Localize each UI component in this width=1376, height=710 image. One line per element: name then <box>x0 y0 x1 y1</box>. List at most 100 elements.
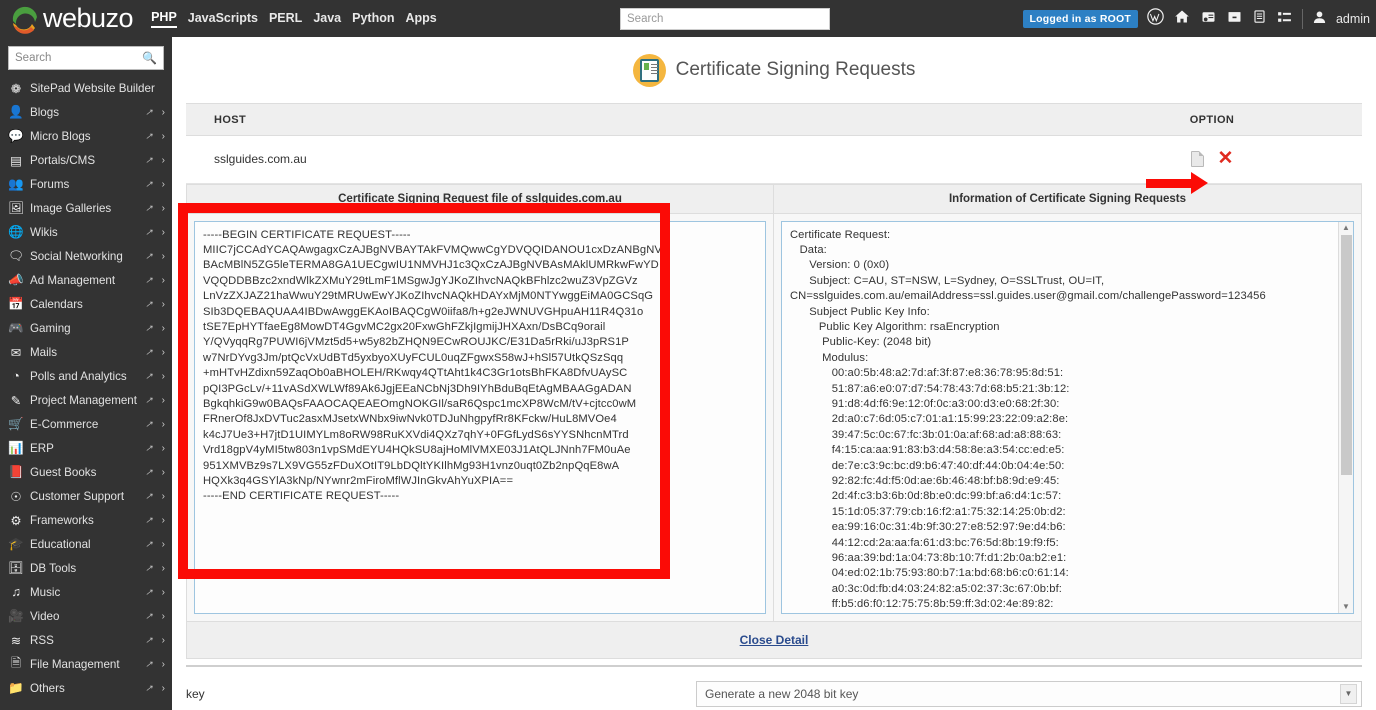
sidebar-item-customer-support[interactable]: ☉Customer Support↗› <box>0 484 172 508</box>
top-nav-apps[interactable]: Apps <box>405 11 436 27</box>
chevron-right-icon[interactable]: › <box>162 131 165 142</box>
delete-x-icon[interactable]: ✕ <box>1218 149 1234 168</box>
sidebar-item-social-networking[interactable]: 🗨Social Networking↗› <box>0 244 172 268</box>
external-link-icon[interactable]: ↗ <box>145 203 153 214</box>
info-textarea[interactable]: Certificate Request: Data: Version: 0 (0… <box>781 221 1354 614</box>
top-nav-php[interactable]: PHP <box>151 10 177 28</box>
view-csr-icon[interactable] <box>1191 151 1204 167</box>
chevron-right-icon[interactable]: › <box>162 347 165 358</box>
chevron-right-icon[interactable]: › <box>162 419 165 430</box>
chevron-right-icon[interactable]: › <box>162 323 165 334</box>
external-link-icon[interactable]: ↗ <box>145 323 153 334</box>
chevron-right-icon[interactable]: › <box>162 587 165 598</box>
chevron-right-icon[interactable]: › <box>162 371 165 382</box>
external-link-icon[interactable]: ↗ <box>145 491 153 502</box>
external-link-icon[interactable]: ↗ <box>145 419 153 430</box>
external-link-icon[interactable]: ↗ <box>145 107 153 118</box>
external-link-icon[interactable]: ↗ <box>145 611 153 622</box>
chevron-right-icon[interactable]: › <box>162 539 165 550</box>
sidebar-item-micro-blogs[interactable]: 💬Micro Blogs↗› <box>0 124 172 148</box>
sidebar-item-video[interactable]: 🎥Video↗› <box>0 604 172 628</box>
sidebar-item-gaming[interactable]: 🎮Gaming↗› <box>0 316 172 340</box>
sidebar-item-rss[interactable]: ≋RSS↗› <box>0 628 172 652</box>
sidebar-item-image-galleries[interactable]: 🖼Image Galleries↗› <box>0 196 172 220</box>
chevron-right-icon[interactable]: › <box>162 251 165 262</box>
top-nav-python[interactable]: Python <box>352 11 394 27</box>
chevron-right-icon[interactable]: › <box>162 515 165 526</box>
sidebar-item-polls-and-analytics[interactable]: ◔Polls and Analytics↗› <box>0 364 172 388</box>
external-link-icon[interactable]: ↗ <box>145 251 153 262</box>
sidebar-item-project-management[interactable]: ✎Project Management↗› <box>0 388 172 412</box>
chevron-right-icon[interactable]: › <box>162 275 165 286</box>
user-avatar-icon[interactable] <box>1312 9 1327 29</box>
external-link-icon[interactable]: ↗ <box>145 587 153 598</box>
sidebar-item-wikis[interactable]: 🌐Wikis↗› <box>0 220 172 244</box>
external-link-icon[interactable]: ↗ <box>145 443 153 454</box>
wordpress-icon[interactable] <box>1147 8 1164 29</box>
sidebar-item-file-management[interactable]: 🗎File Management↗› <box>0 652 172 676</box>
home-icon[interactable] <box>1173 8 1191 29</box>
document-icon[interactable] <box>1252 8 1267 29</box>
list-icon[interactable] <box>1276 9 1293 29</box>
external-link-icon[interactable]: ↗ <box>145 227 153 238</box>
top-nav-perl[interactable]: PERL <box>269 11 302 27</box>
scrollbar-thumb[interactable] <box>1341 235 1352 475</box>
external-link-icon[interactable]: ↗ <box>145 467 153 478</box>
external-link-icon[interactable]: ↗ <box>145 515 153 526</box>
external-link-icon[interactable]: ↗ <box>145 539 153 550</box>
external-link-icon[interactable]: ↗ <box>145 179 153 190</box>
external-link-icon[interactable]: ↗ <box>145 299 153 310</box>
chevron-right-icon[interactable]: › <box>162 683 165 694</box>
global-search-input[interactable]: Search <box>620 8 830 30</box>
external-link-icon[interactable]: ↗ <box>145 683 153 694</box>
sidebar-item-db-tools[interactable]: 🗄DB Tools↗› <box>0 556 172 580</box>
chevron-right-icon[interactable]: › <box>162 611 165 622</box>
info-scrollbar[interactable]: ▲ ▼ <box>1338 222 1353 613</box>
chevron-right-icon[interactable]: › <box>162 563 165 574</box>
chevron-right-icon[interactable]: › <box>162 155 165 166</box>
chevron-right-icon[interactable]: › <box>162 467 165 478</box>
sidebar-item-blogs[interactable]: 👤Blogs↗› <box>0 100 172 124</box>
sidebar-search-input[interactable]: Search 🔍 <box>8 46 164 70</box>
sidebar-item-forums[interactable]: 👥Forums↗› <box>0 172 172 196</box>
close-detail-link[interactable]: Close Detail <box>740 633 809 647</box>
chevron-right-icon[interactable]: › <box>162 227 165 238</box>
sidebar-item-mails[interactable]: ✉Mails↗› <box>0 340 172 364</box>
top-nav-java[interactable]: Java <box>313 11 341 27</box>
sidebar-item-calendars[interactable]: 📅Calendars↗› <box>0 292 172 316</box>
chevron-right-icon[interactable]: › <box>162 107 165 118</box>
sidebar-item-frameworks[interactable]: ⚙Frameworks↗› <box>0 508 172 532</box>
external-link-icon[interactable]: ↗ <box>145 371 153 382</box>
chevron-right-icon[interactable]: › <box>162 179 165 190</box>
top-nav-javascripts[interactable]: JavaScripts <box>188 11 258 27</box>
external-link-icon[interactable]: ↗ <box>145 659 153 670</box>
csr-textarea[interactable]: -----BEGIN CERTIFICATE REQUEST----- MIIC… <box>194 221 766 614</box>
chevron-down-icon[interactable]: ▼ <box>1340 684 1357 704</box>
chevron-right-icon[interactable]: › <box>162 203 165 214</box>
sidebar-item-guest-books[interactable]: 📕Guest Books↗› <box>0 460 172 484</box>
external-link-icon[interactable]: ↗ <box>145 635 153 646</box>
scroll-up-icon[interactable]: ▲ <box>1342 222 1350 234</box>
sidebar-item-e-commerce[interactable]: 🛒E-Commerce↗› <box>0 412 172 436</box>
sidebar-item-ad-management[interactable]: 📣Ad Management↗› <box>0 268 172 292</box>
chevron-right-icon[interactable]: › <box>162 635 165 646</box>
sidebar-item-educational[interactable]: 🎓Educational↗› <box>0 532 172 556</box>
admin-username[interactable]: admin <box>1336 12 1370 26</box>
chevron-right-icon[interactable]: › <box>162 299 165 310</box>
scroll-down-icon[interactable]: ▼ <box>1342 601 1350 613</box>
server-icon[interactable] <box>1200 9 1217 29</box>
chevron-right-icon[interactable]: › <box>162 443 165 454</box>
external-link-icon[interactable]: ↗ <box>145 155 153 166</box>
external-link-icon[interactable]: ↗ <box>145 131 153 142</box>
brand-logo-area[interactable]: webuzo <box>10 3 133 34</box>
sidebar-item-others[interactable]: 📁Others↗› <box>0 676 172 700</box>
external-link-icon[interactable]: ↗ <box>145 347 153 358</box>
external-link-icon[interactable]: ↗ <box>145 275 153 286</box>
chevron-right-icon[interactable]: › <box>162 659 165 670</box>
archive-icon[interactable] <box>1226 9 1243 29</box>
chevron-right-icon[interactable]: › <box>162 395 165 406</box>
sidebar-item-portals-cms[interactable]: ▤Portals/CMS↗› <box>0 148 172 172</box>
sidebar-item-sitepad-website-builder[interactable]: ❁SitePad Website Builder <box>0 76 172 100</box>
chevron-right-icon[interactable]: › <box>162 491 165 502</box>
key-select[interactable]: Generate a new 2048 bit key ▼ <box>696 681 1362 707</box>
